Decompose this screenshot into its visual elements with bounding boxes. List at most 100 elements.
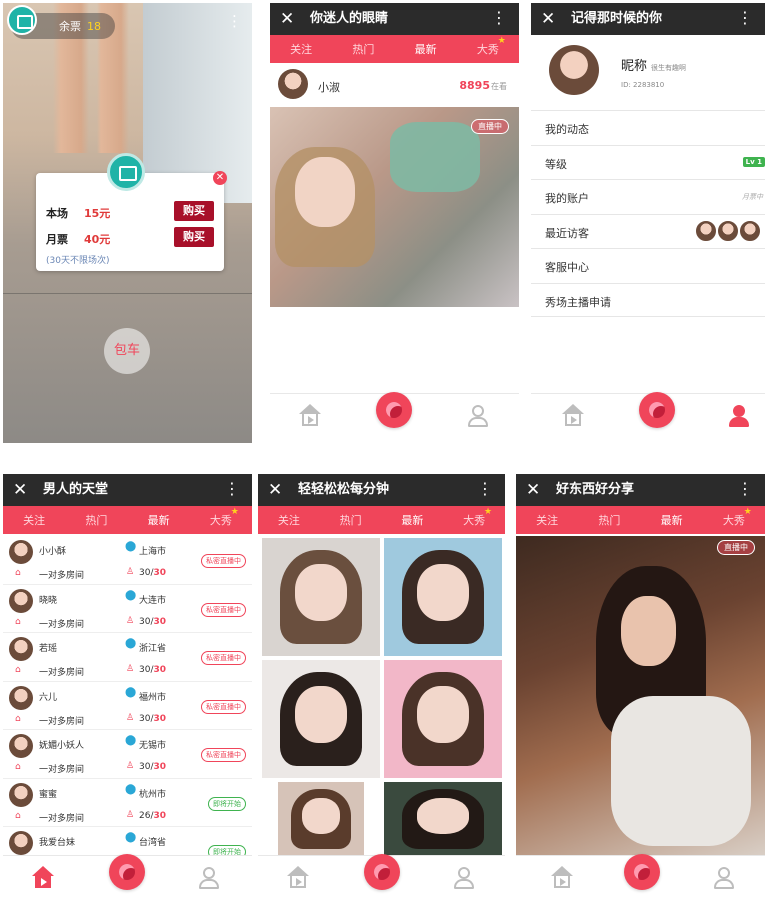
more-icon[interactable]: ⋮ — [227, 12, 242, 30]
ticket-option-row: 月票 40元 购买 — [46, 227, 214, 249]
live-stream-thumbnail[interactable]: 直播中 — [516, 536, 765, 856]
tab-hot[interactable]: 热门 — [340, 512, 362, 528]
user-icon[interactable] — [452, 866, 476, 890]
menu-item-level[interactable]: 等级 Lv 1 — [531, 144, 765, 180]
user-icon[interactable] — [197, 866, 221, 890]
thumbnail-face — [417, 563, 469, 621]
list-item[interactable]: 晓晓 ⬤ 大连市 ⌂ 一对多房间 ♙ 30/30 私密直播中 — [3, 585, 252, 633]
tab-latest[interactable]: 最新 — [661, 512, 683, 528]
more-icon[interactable]: ⋮ — [491, 9, 507, 27]
live-camera-icon[interactable] — [624, 854, 660, 890]
stream-thumbnail[interactable] — [384, 782, 502, 856]
tab-show[interactable]: 大秀 ★ — [477, 36, 506, 57]
room-type: 一对多房间 — [39, 571, 85, 581]
location-pin-icon: ⬤ — [125, 638, 137, 649]
user-icon[interactable] — [727, 404, 751, 428]
live-stream-thumbnail[interactable]: 直播中 — [270, 107, 519, 307]
more-icon[interactable]: ⋮ — [477, 480, 493, 498]
avatar[interactable] — [278, 69, 308, 99]
tab-follow[interactable]: 关注 — [278, 512, 300, 528]
close-icon[interactable]: ✕ — [526, 479, 540, 501]
close-icon[interactable]: ✕ — [13, 479, 27, 501]
menu-item-label: 最近访客 — [545, 226, 589, 240]
menu-item-label: 客服中心 — [545, 261, 589, 274]
home-icon[interactable] — [550, 866, 574, 890]
monthly-ticket-note: (30天不限场次) — [46, 256, 110, 266]
live-camera-icon[interactable] — [376, 392, 412, 428]
avatar[interactable] — [549, 45, 599, 95]
stream-thumbnail[interactable] — [278, 782, 364, 856]
page-title: 轻轻松松每分钟 — [298, 482, 390, 497]
live-camera-icon[interactable] — [364, 854, 400, 890]
user-icon[interactable] — [712, 866, 736, 890]
stream-thumbnail[interactable] — [262, 538, 380, 656]
more-icon[interactable]: ⋮ — [737, 480, 753, 498]
menu-item-label: 我的动态 — [545, 123, 589, 136]
buy-button[interactable]: 购买 — [174, 201, 214, 221]
home-icon: ⌂ — [15, 616, 21, 627]
category-tabs: 关注 热门 最新 大秀 ★ — [3, 506, 252, 534]
live-camera-icon[interactable] — [639, 392, 675, 428]
home-icon[interactable] — [286, 866, 310, 890]
room-occupancy-current: 30 — [139, 568, 151, 578]
close-icon[interactable]: ✕ — [280, 8, 294, 30]
close-icon[interactable]: ✕ — [213, 171, 227, 185]
home-icon[interactable] — [31, 866, 55, 890]
thumbnail-face — [295, 685, 347, 743]
host-city: 福州市 — [139, 692, 167, 703]
room-occupancy-current: 30 — [139, 762, 151, 772]
stream-thumbnail[interactable] — [384, 538, 502, 656]
menu-item-host-apply[interactable]: 秀场主播申请 — [531, 282, 765, 317]
tab-show-label: 大秀 — [209, 514, 232, 527]
thumbnail-face — [417, 798, 469, 834]
tab-show[interactable]: 大秀 ★ — [463, 507, 492, 528]
tab-latest[interactable]: 最新 — [415, 41, 437, 57]
tab-hot[interactable]: 热门 — [352, 41, 374, 57]
room-type: 一对多房间 — [39, 765, 85, 775]
viewer-count: 8895在看 — [459, 79, 507, 92]
tab-follow[interactable]: 关注 — [536, 512, 558, 528]
list-item[interactable]: 若瑶 ⬤ 浙江省 ⌂ 一对多房间 ♙ 30/30 私密直播中 — [3, 633, 252, 682]
status-badge: 即将开始 — [208, 796, 246, 811]
menu-item-moments[interactable]: 我的动态 — [531, 110, 765, 145]
list-item[interactable]: 蜜蜜 ⬤ 杭州市 ⌂ 一对多房间 ♙ 26/30 即将开始 — [3, 779, 252, 827]
home-icon[interactable] — [561, 404, 585, 428]
menu-item-account[interactable]: 我的账户 月票中 — [531, 179, 765, 214]
ticket-option-label: 本场 — [46, 207, 68, 220]
more-icon[interactable]: ⋮ — [737, 9, 753, 27]
close-icon[interactable]: ✕ — [268, 479, 282, 501]
user-icon[interactable] — [466, 404, 490, 428]
live-camera-icon[interactable] — [109, 854, 145, 890]
list-item[interactable]: 六儿 ⬤ 福州市 ⌂ 一对多房间 ♙ 30/30 私密直播中 — [3, 682, 252, 730]
more-icon[interactable]: ⋮ — [224, 480, 240, 498]
tab-follow[interactable]: 关注 — [23, 512, 45, 528]
tab-show[interactable]: 大秀 ★ — [723, 507, 752, 528]
list-item[interactable]: 妩媚小妖人 ⬤ 无锡市 ⌂ 一对多房间 ♙ 30/30 私密直播中 — [3, 730, 252, 779]
tab-show[interactable]: 大秀 ★ — [209, 507, 239, 528]
avatar — [695, 219, 717, 242]
page-title: 好东西好分享 — [556, 482, 635, 497]
tab-hot[interactable]: 热门 — [85, 512, 107, 528]
title-bar: ✕ 你迷人的眼睛 ⋮ — [270, 3, 519, 35]
host-name: 小淑 — [318, 81, 340, 94]
tab-follow[interactable]: 关注 — [290, 41, 312, 57]
buy-button[interactable]: 购买 — [174, 227, 214, 247]
tab-hot[interactable]: 热门 — [598, 512, 620, 528]
list-item[interactable]: 小小酥 ⬤ 上海市 ⌂ 一对多房间 ♙ 30/30 私密直播中 — [3, 536, 252, 585]
menu-item-label: 我的账户 — [545, 192, 589, 205]
room-occupancy-current: 30 — [139, 665, 151, 675]
location-pin-icon: ⬤ — [125, 686, 137, 698]
profile-header[interactable]: 昵称 很生有趣啊 ID: 2283810 — [531, 35, 765, 110]
close-icon[interactable]: ✕ — [541, 8, 555, 30]
host-row[interactable]: 小淑 8895在看 — [270, 65, 519, 105]
stream-thumbnail[interactable] — [384, 660, 502, 778]
stream-thumbnail[interactable] — [262, 660, 380, 778]
avatar — [9, 685, 33, 710]
menu-item-support[interactable]: 客服中心 — [531, 248, 765, 283]
charter-button[interactable]: 包车 — [104, 328, 150, 374]
room-type: 一对多房间 — [39, 619, 85, 630]
tab-latest[interactable]: 最新 — [401, 512, 423, 528]
tab-latest[interactable]: 最新 — [148, 512, 170, 528]
home-icon[interactable] — [298, 404, 322, 428]
menu-item-visitors[interactable]: 最近访客 — [531, 213, 765, 249]
